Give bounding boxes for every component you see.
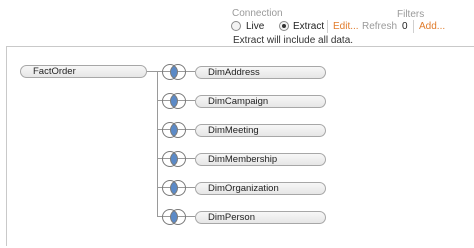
connection-toolbar: Connection Filters Live Extract Edit... … [0, 0, 474, 46]
extract-label[interactable]: Extract [293, 21, 324, 32]
inner-join-venn-icon[interactable] [161, 92, 187, 110]
inner-join-venn-icon[interactable] [161, 179, 187, 197]
join-canvas: FactOrder DimAddress DimCampaign DimMeetin… [6, 46, 474, 246]
inner-join-venn-icon[interactable] [161, 121, 187, 139]
edit-extract-link[interactable]: Edit... [333, 21, 359, 32]
dimension-table-name: DimMembership [208, 153, 278, 165]
inner-join-venn-icon[interactable] [161, 150, 187, 168]
live-label[interactable]: Live [246, 21, 264, 32]
filters-title: Filters [397, 9, 425, 20]
connection-title: Connection [232, 8, 283, 19]
dimension-table-name: DimAddress [208, 66, 260, 78]
live-radio[interactable] [231, 21, 241, 31]
fact-table-pill[interactable]: FactOrder [20, 65, 147, 78]
inner-join-venn-icon[interactable] [161, 208, 187, 226]
add-filter-link[interactable]: Add... [419, 21, 445, 32]
filters-divider [413, 20, 414, 33]
dimension-table-name: DimOrganization [208, 182, 279, 194]
dimension-table-name: DimMeeting [208, 124, 259, 136]
dimension-table-pill[interactable]: DimOrganization [195, 181, 326, 195]
dimension-table-pill[interactable]: DimMembership [195, 152, 326, 166]
dimension-table-pill[interactable]: DimCampaign [195, 94, 326, 108]
dimension-table-name: DimPerson [208, 211, 255, 223]
dimension-table-pill[interactable]: DimPerson [195, 210, 326, 224]
extract-radio[interactable] [279, 21, 289, 31]
fact-table-name: FactOrder [33, 66, 76, 77]
refresh-button[interactable]: Refresh [362, 21, 397, 32]
inner-join-venn-icon[interactable] [161, 63, 187, 81]
filters-count: 0 [402, 21, 408, 32]
dimension-table-pill[interactable]: DimAddress [195, 65, 326, 79]
dimension-table-name: DimCampaign [208, 95, 269, 107]
extract-note: Extract will include all data. [233, 35, 354, 46]
toolbar-divider [327, 20, 328, 33]
dimension-table-pill[interactable]: DimMeeting [195, 123, 326, 137]
